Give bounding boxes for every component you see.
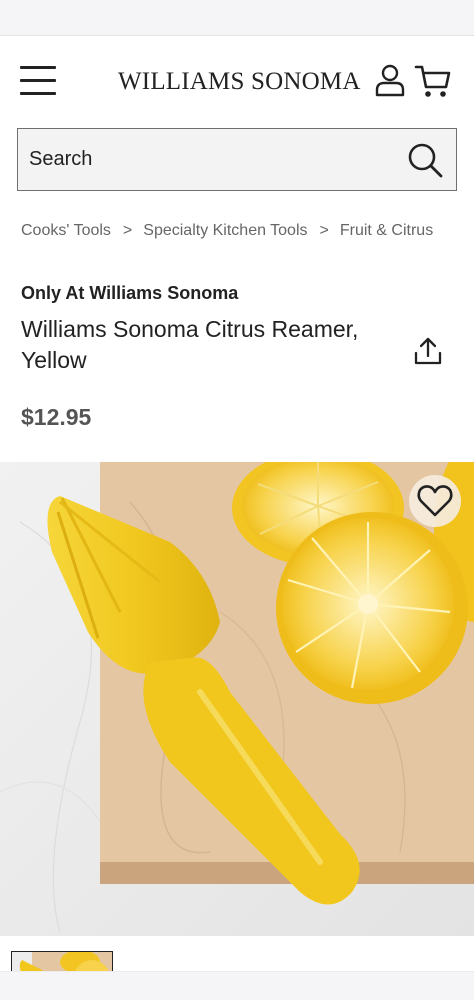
heart-icon[interactable] [409,475,461,527]
brand-logo[interactable]: WILLIAMS SONOMA [118,68,361,96]
breadcrumb: Cooks' Tools > Specialty Kitchen Tools > Fru… [21,222,474,246]
search-icon[interactable] [406,141,444,179]
menu-bar [20,79,56,82]
menu-bar [20,66,56,69]
breadcrumb-separator: > [319,222,329,239]
breadcrumb-separator: > [122,222,133,239]
share-icon[interactable] [412,335,444,367]
bottom-status-strip [0,971,474,1000]
hamburger-menu-icon[interactable] [20,66,56,96]
breadcrumb-link[interactable]: Specialty Kitchen Tools [143,222,307,240]
exclusive-badge: Only At Williams Sonoma [21,283,239,303]
shopping-cart-icon[interactable] [414,63,452,99]
product-image[interactable] [0,462,474,936]
product-title: Williams Sonoma Citrus Reamer, Yellow [21,316,359,373]
top-status-strip [0,0,474,36]
site-header: WILLIAMS SONOMA [0,37,474,125]
search-input[interactable] [29,129,389,189]
product-price: $12.95 [21,404,92,430]
user-icon[interactable] [374,63,406,99]
search-box [17,128,457,191]
menu-bar [20,92,56,95]
breadcrumb-link[interactable]: Cooks' Tools [21,222,111,240]
breadcrumb-link[interactable]: Fruit & Citrus [340,222,433,240]
